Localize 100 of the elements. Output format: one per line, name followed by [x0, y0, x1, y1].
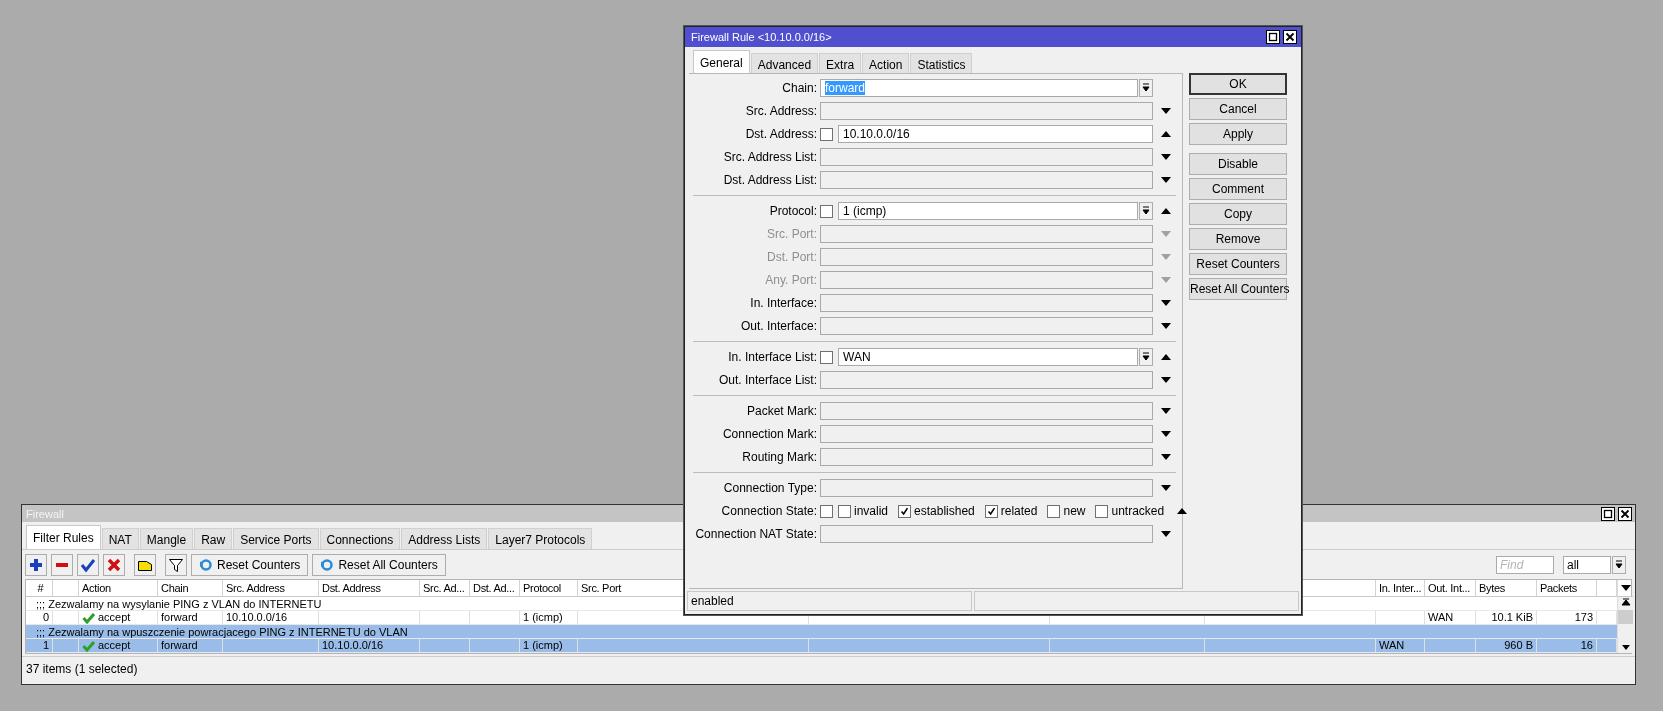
dialog-button[interactable]: Reset All Counters [1189, 278, 1287, 300]
input-field[interactable] [820, 371, 1153, 389]
enable-button[interactable] [77, 554, 99, 576]
column-header[interactable]: Src. Ad... [423, 582, 465, 594]
dialog-button[interactable]: OK [1189, 73, 1287, 95]
table-row[interactable]: 1 accept forward 10.10.0.0/16 1 (icmp) WAN 960 B 16 [26, 639, 1617, 653]
maximize-button[interactable] [1601, 506, 1615, 521]
tab[interactable]: Address Lists [401, 528, 488, 549]
table-cell: 16 [1580, 639, 1593, 652]
reset-icon [320, 558, 335, 572]
field-label: Packet Mark: [745, 404, 817, 418]
checkbox[interactable] [820, 127, 833, 141]
select-field[interactable]: all [1563, 556, 1611, 574]
input-field[interactable] [820, 479, 1153, 497]
column-header[interactable]: Action [82, 582, 111, 594]
input-field[interactable] [820, 448, 1153, 466]
table-cell: 173 [1574, 611, 1593, 624]
dialog-button[interactable]: Comment [1189, 178, 1287, 200]
input-field[interactable] [820, 171, 1153, 189]
column-header[interactable]: Dst. Ad... [473, 582, 515, 594]
dialog-button[interactable]: Reset Counters [1189, 253, 1287, 275]
column-header[interactable]: # [37, 582, 44, 594]
column-header[interactable]: In. Inter... [1379, 582, 1422, 594]
checkbox[interactable] [838, 504, 851, 518]
disable-button[interactable] [103, 554, 125, 576]
table-cell: 960 B [1504, 639, 1533, 652]
column-header[interactable]: Protocol [523, 582, 561, 594]
dialog-button[interactable]: Remove [1189, 228, 1287, 250]
tab[interactable]: Raw [194, 528, 233, 549]
input-field[interactable] [820, 425, 1153, 443]
dropdown-button[interactable] [1139, 202, 1153, 220]
tab[interactable]: Action [862, 53, 910, 74]
checkbox[interactable] [820, 504, 833, 518]
input-field[interactable] [820, 525, 1153, 543]
input-field[interactable] [820, 317, 1153, 335]
table-cell: forward [161, 611, 198, 624]
field-label: Dst. Port: [766, 250, 817, 264]
input-field[interactable] [820, 402, 1153, 420]
scroll-top-icon [1620, 597, 1631, 607]
toolbar-button[interactable]: Reset Counters [191, 554, 309, 576]
dropdown-button[interactable] [1139, 79, 1153, 97]
column-header[interactable]: Chain [161, 582, 189, 594]
field-label: Out. Interface: [739, 319, 817, 333]
dropdown-button[interactable] [1612, 556, 1626, 574]
checkbox-label: invalid [854, 504, 889, 518]
input-field[interactable] [820, 225, 1153, 243]
column-header[interactable]: Packets [1540, 582, 1578, 594]
tab[interactable]: General [693, 50, 750, 74]
select-field[interactable]: 1 (icmp) [838, 202, 1138, 220]
comment-row[interactable]: ;;; Zezwalamy na wpuszczenie powracjacego PING z INTERNETU do VLAN [26, 625, 1617, 639]
field-label: Connection NAT State: [694, 527, 817, 541]
checkbox[interactable] [820, 350, 833, 364]
tab[interactable]: Service Ports [233, 528, 319, 549]
column-header[interactable]: Bytes [1479, 582, 1505, 594]
column-header[interactable]: Dst. Address [322, 582, 381, 594]
checkbox-label: established [914, 504, 975, 518]
input-field[interactable] [820, 271, 1153, 289]
window-title: Firewall Rule <10.10.0.0/16> [691, 31, 832, 43]
table-cell: 10.10.0.0/16 [226, 611, 288, 624]
remove-button[interactable] [51, 554, 73, 576]
dialog-button[interactable]: Copy [1189, 203, 1287, 225]
toolbar-button[interactable]: Reset All Counters [312, 554, 446, 576]
close-button[interactable] [1283, 30, 1297, 44]
dialog-button[interactable]: Cancel [1189, 98, 1287, 120]
tab[interactable]: Advanced [750, 53, 819, 74]
column-header[interactable]: Out. Int... [1428, 582, 1470, 594]
tab[interactable]: Extra [819, 53, 862, 74]
add-button[interactable] [25, 554, 47, 576]
checkbox[interactable] [1047, 504, 1061, 518]
tab[interactable]: Layer7 Protocols [488, 528, 593, 549]
search-field[interactable]: Find [1496, 556, 1554, 574]
filter-icon [168, 557, 184, 573]
column-header[interactable]: Src. Port [581, 582, 622, 594]
dialog-button[interactable]: Disable [1189, 153, 1287, 175]
tab[interactable]: Connections [319, 528, 401, 549]
input-field[interactable] [820, 294, 1153, 312]
input-field[interactable] [820, 102, 1153, 120]
scrollbar[interactable] [1618, 597, 1633, 653]
checkbox[interactable] [898, 504, 912, 518]
filter-button[interactable] [165, 554, 187, 576]
input-field[interactable] [820, 148, 1153, 166]
checkbox-label: untracked [1111, 504, 1165, 518]
table-cell: accept [98, 639, 131, 652]
select-field[interactable]: WAN [838, 348, 1138, 366]
checkbox[interactable] [1095, 504, 1109, 518]
column-header[interactable]: Src. Address [226, 582, 285, 594]
input-field[interactable]: 10.10.0.0/16 [838, 125, 1153, 143]
comment-button[interactable] [134, 554, 156, 576]
tab[interactable]: NAT [101, 528, 139, 549]
tab[interactable]: Mangle [139, 528, 194, 549]
checkbox[interactable] [820, 204, 833, 218]
tab[interactable]: Filter Rules [26, 525, 101, 549]
table-cell: 1 [42, 639, 49, 652]
close-button[interactable] [1618, 506, 1632, 521]
maximize-button[interactable] [1266, 30, 1280, 44]
dialog-button[interactable]: Apply [1189, 123, 1287, 145]
dropdown-button[interactable] [1139, 348, 1153, 366]
input-field[interactable] [820, 248, 1153, 266]
tab[interactable]: Statistics [910, 53, 973, 74]
checkbox[interactable] [984, 504, 998, 518]
